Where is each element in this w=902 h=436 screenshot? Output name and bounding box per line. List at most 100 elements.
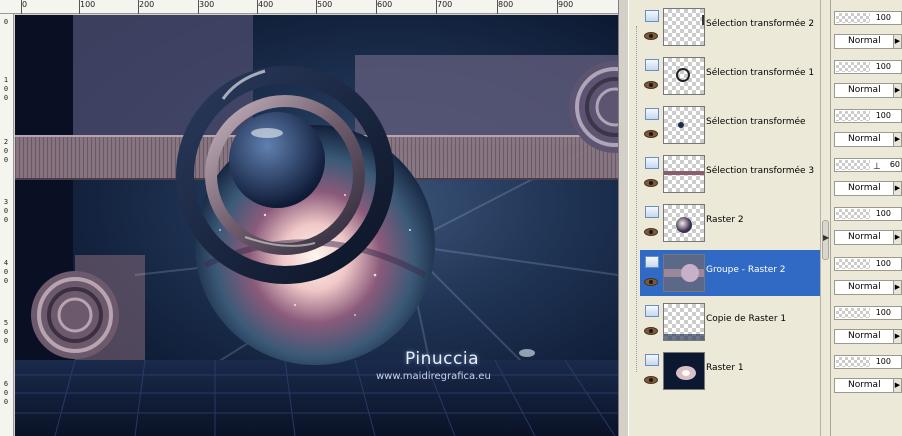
paint-application: 0 100 200 300 400 500 600 700 800 900 0 …	[0, 0, 902, 436]
layer-row[interactable]: Sélection transformée 1	[640, 53, 820, 99]
layer-properties: 100 Normal ▶	[834, 299, 902, 345]
layer-properties: 100 Normal ▶	[834, 200, 902, 246]
blend-mode-value: Normal	[848, 380, 881, 390]
layer-thumbnail	[663, 155, 705, 193]
opacity-slider[interactable]: 100	[834, 11, 902, 25]
ruler-label: 500	[317, 0, 333, 9]
ruler-label: 0	[3, 268, 9, 276]
blend-mode-value: Normal	[848, 282, 881, 292]
triangle-right-icon[interactable]: ▶	[893, 379, 901, 392]
eye-icon[interactable]	[644, 327, 658, 335]
ruler-label: 0	[3, 216, 9, 224]
layer-group-icon[interactable]	[645, 108, 659, 120]
ruler-label: 0	[3, 277, 9, 285]
triangle-right-icon[interactable]: ▶	[893, 330, 901, 343]
opacity-value: 100	[875, 357, 891, 366]
layer-thumbnail	[663, 303, 705, 341]
layer-group-icon[interactable]	[645, 354, 659, 366]
opacity-marker-icon[interactable]: ⊥	[873, 162, 881, 172]
blend-mode-value: Normal	[848, 183, 881, 193]
blend-mode-dropdown[interactable]: Normal ▶	[834, 181, 902, 196]
opacity-slider[interactable]: 100	[834, 306, 902, 320]
layer-row[interactable]: Sélection transformée	[640, 102, 820, 148]
layer-properties: 100 Normal ▶	[834, 348, 902, 394]
opacity-slider[interactable]: 100	[834, 60, 902, 74]
blend-mode-dropdown[interactable]: Normal ▶	[834, 230, 902, 245]
ruler-label: 700	[437, 0, 453, 9]
layer-row[interactable]: Raster 2	[640, 200, 820, 246]
eye-icon[interactable]	[644, 376, 658, 384]
ruler-label: 0	[3, 207, 9, 215]
layer-row-selected[interactable]: Groupe - Raster 2	[640, 250, 820, 296]
layer-row[interactable]: Raster 1	[640, 348, 820, 394]
layer-tree-line	[636, 26, 637, 372]
blend-mode-dropdown[interactable]: Normal ▶	[834, 378, 902, 393]
watermark-url: www.maidiregrafica.eu	[376, 371, 491, 382]
artwork	[15, 15, 618, 436]
layer-group-icon[interactable]	[645, 157, 659, 169]
triangle-right-icon[interactable]: ▶	[893, 35, 901, 48]
triangle-right-icon[interactable]: ▶	[893, 182, 901, 195]
eye-icon[interactable]	[644, 278, 658, 286]
layer-row[interactable]: Sélection transformée 2	[640, 4, 820, 50]
layer-name: Sélection transformée 2	[706, 19, 815, 29]
blend-mode-dropdown[interactable]: Normal ▶	[834, 329, 902, 344]
eye-icon[interactable]	[644, 228, 658, 236]
layer-thumbnail	[663, 352, 705, 390]
opacity-slider[interactable]: 100	[834, 207, 902, 221]
triangle-right-icon[interactable]: ▶	[823, 233, 829, 242]
blend-mode-value: Normal	[848, 36, 881, 46]
opacity-slider[interactable]: 100	[834, 355, 902, 369]
layers-scrollbar[interactable]: ▶	[820, 0, 830, 436]
layer-properties: 100 Normal ▶	[834, 102, 902, 148]
layer-name: Raster 2	[706, 215, 744, 225]
layer-group-icon[interactable]	[645, 256, 659, 268]
layer-row[interactable]: Copie de Raster 1	[640, 299, 820, 345]
eye-icon[interactable]	[644, 130, 658, 138]
blend-mode-value: Normal	[848, 85, 881, 95]
layer-group-icon[interactable]	[645, 59, 659, 71]
opacity-slider[interactable]: ⊥ 60	[834, 158, 902, 172]
triangle-right-icon[interactable]: ▶	[893, 281, 901, 294]
layer-properties: 100 Normal ▶	[834, 250, 902, 296]
opacity-slider[interactable]: 100	[834, 257, 902, 271]
eye-icon[interactable]	[644, 179, 658, 187]
layer-group-icon[interactable]	[645, 10, 659, 22]
blend-mode-dropdown[interactable]: Normal ▶	[834, 132, 902, 147]
vertical-ruler: 0 1 0 0 2 0 0 3 0 0 4 0 0 5 0 0 6 0 0	[0, 14, 14, 436]
blend-mode-dropdown[interactable]: Normal ▶	[834, 34, 902, 49]
opacity-value: 100	[875, 62, 891, 71]
triangle-right-icon[interactable]: ▶	[893, 231, 901, 244]
ruler-label: 100	[80, 0, 96, 9]
opacity-value: 100	[875, 111, 891, 120]
ruler-label: 6	[3, 380, 9, 388]
layer-group-icon[interactable]	[645, 305, 659, 317]
ruler-label: 3	[3, 198, 9, 206]
image-canvas[interactable]: Pinuccia www.maidiregrafica.eu	[15, 15, 618, 436]
blend-mode-dropdown[interactable]: Normal ▶	[834, 83, 902, 98]
triangle-right-icon[interactable]: ▶	[893, 133, 901, 146]
eye-icon[interactable]	[644, 81, 658, 89]
opacity-value: 100	[875, 259, 891, 268]
panel-divider[interactable]	[618, 0, 628, 436]
triangle-right-icon[interactable]: ▶	[893, 84, 901, 97]
blend-mode-dropdown[interactable]: Normal ▶	[834, 280, 902, 295]
layer-thumbnail	[663, 106, 705, 144]
layer-thumbnail	[663, 254, 705, 292]
ruler-label: 2	[3, 138, 9, 146]
blend-mode-value: Normal	[848, 232, 881, 242]
layer-thumbnail	[663, 57, 705, 95]
eye-icon[interactable]	[644, 32, 658, 40]
opacity-value: 100	[875, 13, 891, 22]
ruler-label: 0	[3, 156, 9, 164]
horizontal-ruler: 0 100 200 300 400 500 600 700 800 900	[0, 0, 618, 14]
layer-group-icon[interactable]	[645, 206, 659, 218]
ruler-label: 800	[498, 0, 514, 9]
opacity-value: 100	[875, 308, 891, 317]
ruler-label: 0	[3, 328, 9, 336]
ruler-label: 5	[3, 319, 9, 327]
opacity-slider[interactable]: 100	[834, 109, 902, 123]
layer-row[interactable]: Sélection transformée 3	[640, 151, 820, 197]
opacity-value: 100	[875, 209, 891, 218]
ruler-label: 0	[3, 18, 9, 26]
